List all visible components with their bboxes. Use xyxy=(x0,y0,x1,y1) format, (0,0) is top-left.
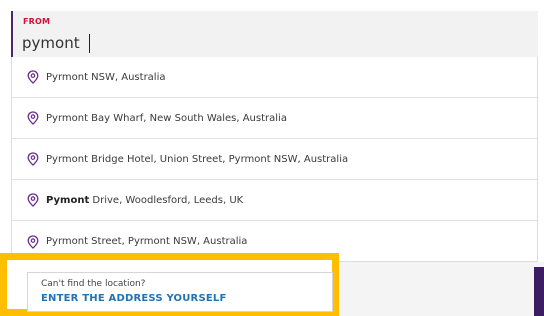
suggestion-item[interactable]: Pyrmont Bridge Hotel, Union Street, Pyrm… xyxy=(12,139,537,180)
partial-purple-button[interactable] xyxy=(534,267,544,316)
location-pin-icon xyxy=(27,152,39,166)
suggestion-label: Pymont Drive, Woodlesford, Leeds, UK xyxy=(46,194,244,206)
cant-find-panel: Can't find the location? ENTER THE ADDRE… xyxy=(27,272,333,312)
suggestion-label: Pyrmont Bay Wharf, New South Wales, Aust… xyxy=(46,112,287,124)
from-input[interactable] xyxy=(22,31,522,55)
suggestion-item[interactable]: Pyrmont Bay Wharf, New South Wales, Aust… xyxy=(12,98,537,139)
from-label: FROM xyxy=(23,17,51,26)
location-pin-icon xyxy=(27,193,39,207)
from-field[interactable]: FROM xyxy=(11,11,538,57)
suggestion-list: Pyrmont NSW, Australia Pyrmont Bay Wharf… xyxy=(11,57,538,262)
suggestion-label: Pyrmont Bridge Hotel, Union Street, Pyrm… xyxy=(46,153,349,165)
suggestion-label: Pyrmont NSW, Australia xyxy=(46,71,166,83)
enter-address-link[interactable]: ENTER THE ADDRESS YOURSELF xyxy=(41,293,332,304)
location-pin-icon xyxy=(27,111,39,125)
text-caret xyxy=(89,34,90,53)
location-pin-icon xyxy=(27,234,39,249)
cant-find-prompt: Can't find the location? xyxy=(41,279,146,289)
suggestion-label: Pyrmont Street, Pyrmont NSW, Australia xyxy=(46,236,248,247)
location-pin-icon xyxy=(27,70,39,84)
suggestion-item[interactable]: Pyrmont NSW, Australia xyxy=(12,57,537,98)
cant-find-highlight: Can't find the location? ENTER THE ADDRE… xyxy=(0,253,339,316)
suggestion-item[interactable]: Pymont Drive, Woodlesford, Leeds, UK xyxy=(12,180,537,221)
